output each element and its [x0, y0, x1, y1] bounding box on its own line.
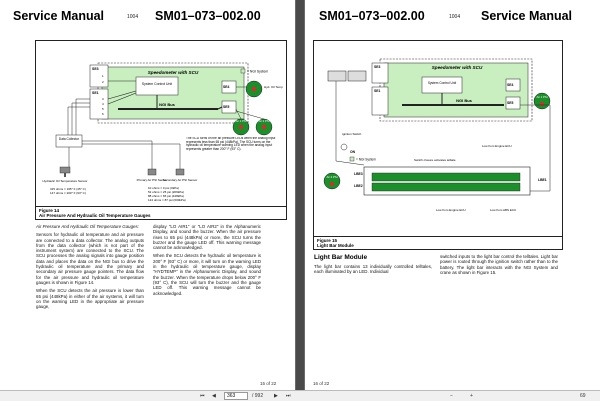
page-15: Service Manual 1004 SM01–073–002.00 Spee…	[0, 0, 295, 390]
figure-15-diagram: Speedometer with SCU SE3 SE1 System Cont…	[323, 58, 551, 212]
header-code: 1004	[449, 14, 461, 20]
lo-air-paragraph: display "LO AIR1" or "LO AIR2" in the Al…	[153, 224, 261, 251]
primary-air-sensor-icon	[147, 168, 157, 176]
svg-text:Air 2 PSI: Air 2 PSI	[258, 119, 269, 123]
header-code: 1004	[127, 14, 139, 20]
se3-label: SE3	[92, 67, 99, 71]
svg-text:SE5: SE5	[507, 101, 514, 105]
svg-text:LBE2: LBE2	[354, 184, 363, 188]
scu-note: The SCU turns on the air pressure LEDs w…	[186, 137, 276, 152]
zoom-level[interactable]: 69	[580, 393, 586, 400]
svg-text:124 ohms = 87 psi (600kPa): 124 ohms = 87 psi (600kPa)	[148, 198, 186, 202]
figure-15-caption: Figure 15 Light Bar Module	[314, 236, 562, 249]
left-column-2: display "LO AIR1" or "LO AIR2" in the Al…	[153, 224, 261, 299]
ignition-switch-icon	[340, 143, 348, 151]
pdf-viewer: Service Manual 1004 SM01–073–002.00 Spee…	[0, 0, 600, 401]
se1-label: SE1	[92, 91, 99, 95]
ignition-switch-label: Ignition Switch	[342, 132, 362, 136]
svg-text:System Control Unit: System Control Unit	[428, 81, 456, 85]
svg-text:LBE1: LBE1	[538, 178, 547, 182]
hyd-oil-label: Hyd. Oil Temp	[264, 85, 283, 89]
right-column-1: The light bar contains 13 individually c…	[314, 264, 432, 278]
svg-text:Low from Engine ECU: Low from Engine ECU	[436, 208, 466, 212]
svg-text:Secondary Air PSI Sensor: Secondary Air PSI Sensor	[163, 178, 198, 182]
data-collector-label: Data Collector	[59, 137, 80, 141]
last-page-button[interactable]: ⏭	[286, 393, 291, 400]
section-title: Light Bar Module	[314, 254, 368, 261]
svg-text:147 ohms = 200° F (93° C): 147 ohms = 200° F (93° C)	[50, 191, 86, 195]
gauges-paragraph-2: When the SCU detects the air pressure is…	[36, 288, 144, 310]
header-doc-number: SM01–073–002.00	[319, 9, 425, 23]
se4-label: SE4	[223, 85, 230, 89]
figure-14-diagram: Speedometer with SCU = NGI System SE3 1 …	[43, 62, 283, 202]
svg-text:Low from ABS ECU: Low from ABS ECU	[490, 208, 516, 212]
zoom-out-button[interactable]: −	[450, 393, 453, 400]
pdf-toolbar: ⏮ ◀ 363 / 992 ▶ ⏭ − + 69	[0, 390, 600, 401]
hydtemp-paragraph: When the SCU detects the hydraulic oil t…	[153, 253, 261, 296]
figure-15: Speedometer with SCU SE3 SE1 System Cont…	[313, 40, 563, 250]
header-doc-number: SM01–073–002.00	[155, 9, 261, 23]
prev-page-button[interactable]: ◀	[212, 393, 216, 400]
svg-text:SE3: SE3	[374, 65, 381, 69]
speedometer-label: Speedometer with SCU	[432, 65, 483, 70]
figure-14: Speedometer with SCU = NGI System SE3 1 …	[35, 40, 287, 220]
hyd-sensor-label: Hydraulic Oil Temperature Sensor	[43, 179, 88, 183]
svg-text:= NGI System: = NGI System	[356, 158, 376, 162]
page-total: / 992	[252, 393, 264, 399]
page-16: SM01–073–002.00 1004 Service Manual Spee…	[305, 0, 600, 390]
right-column-2: switched inputs to the light bar control…	[440, 254, 558, 278]
svg-text:SE1: SE1	[374, 89, 381, 93]
gauges-heading: Air Pressure And Hydraulic Oil Temperatu…	[36, 224, 139, 229]
page-number-input[interactable]: 363	[224, 392, 248, 400]
battery-icon-2	[347, 70, 367, 82]
svg-text:NGI Bus: NGI Bus	[456, 98, 473, 103]
system-control-unit-label: System Control Unit	[142, 82, 172, 86]
gauges-paragraph-1: Sensors for hydraulic oil temperature an…	[36, 232, 144, 285]
svg-text:ON: ON	[350, 150, 356, 154]
page-gutter	[296, 0, 304, 390]
svg-text:Air 2 PSI: Air 2 PSI	[326, 175, 337, 179]
svg-text:Air 1 PSI: Air 1 PSI	[235, 119, 246, 123]
light-bar-paragraph-2: switched inputs to the light bar control…	[440, 254, 558, 275]
figure-14-caption: Figure 14 Air Pressure And Hydraulic Oil…	[36, 206, 286, 219]
light-bar-paragraph-1: The light bar contains 13 individually c…	[314, 264, 432, 275]
right-page-footer: 16 of 22	[313, 381, 330, 386]
svg-text:SE4: SE4	[507, 83, 514, 87]
first-page-button[interactable]: ⏮	[200, 393, 205, 400]
hyd-sensor-icon	[59, 166, 71, 174]
se5-label: SE5	[223, 105, 230, 109]
speedometer-label: Speedometer with SCU	[148, 70, 199, 75]
svg-text:LBE3: LBE3	[354, 172, 363, 176]
secondary-air-sensor-icon	[175, 168, 185, 176]
ngi-bus-label: NGI Bus	[159, 102, 176, 107]
ngi-system-legend: = NGI System	[247, 70, 268, 74]
zoom-in-button[interactable]: +	[470, 393, 473, 400]
header-title: Service Manual	[13, 9, 105, 23]
next-page-button[interactable]: ▶	[274, 393, 278, 400]
svg-text:Air 1 PSI: Air 1 PSI	[536, 95, 547, 99]
left-column-1: Air Pressure And Hydraulic Oil Temperatu…	[36, 224, 144, 312]
header-title: Service Manual	[481, 9, 573, 23]
svg-text:Switch closure activates tellt: Switch closure activates telltale	[414, 158, 456, 162]
svg-text:Low from Engine ECU: Low from Engine ECU	[482, 144, 512, 148]
battery-icon	[327, 70, 347, 82]
left-page-footer: 15 of 22	[260, 381, 277, 386]
